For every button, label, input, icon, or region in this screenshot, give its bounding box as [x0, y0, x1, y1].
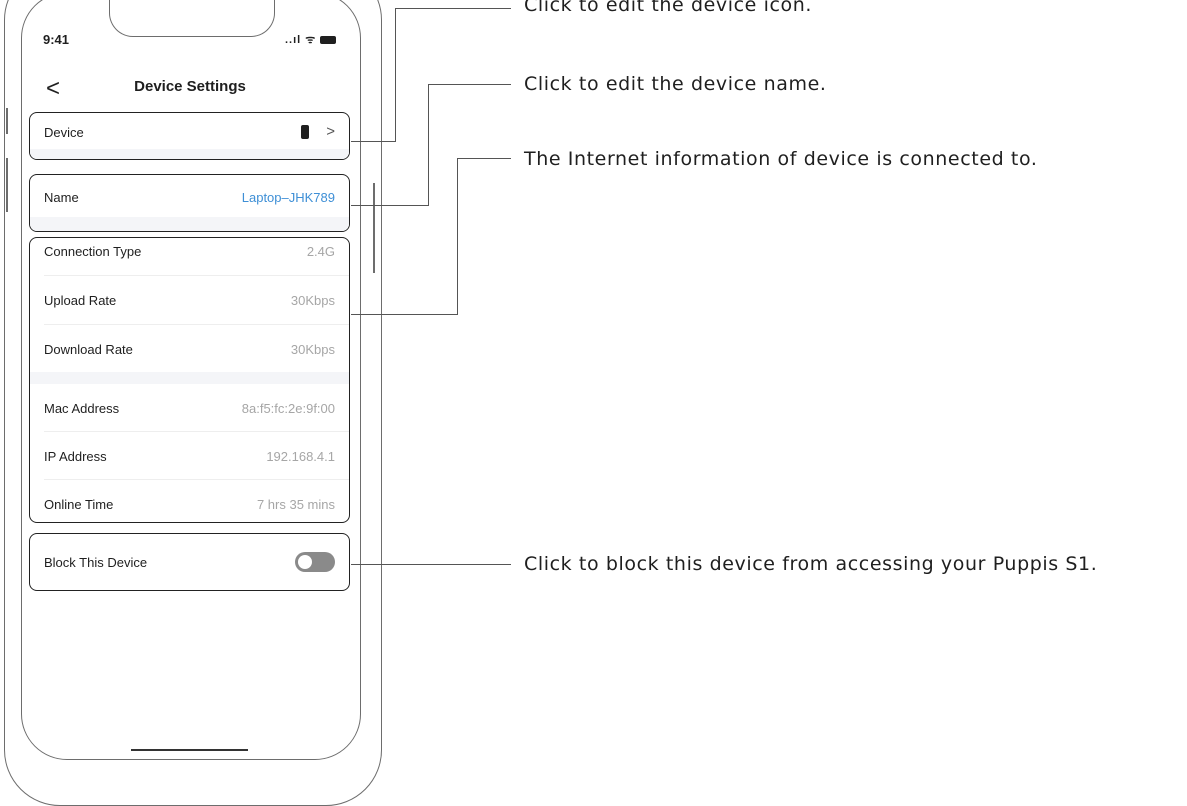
callout-device-icon: Click to edit the device icon. — [524, 0, 813, 16]
battery-icon — [320, 35, 337, 44]
status-icons: ..ıl ᯤ — [285, 32, 337, 47]
connection-type-label: Connection Type — [44, 243, 142, 259]
online-time-label: Online Time — [44, 496, 114, 512]
callout-internet-info: The Internet information of device is co… — [524, 148, 1038, 170]
signal-icon: ..ıl — [285, 33, 302, 46]
side-button — [6, 108, 8, 134]
ip-address-value: 192.168.4.1 — [266, 448, 335, 464]
upload-rate-value: 30Kbps — [290, 292, 335, 308]
phone-device-icon — [300, 125, 309, 140]
name-label: Name — [44, 189, 79, 205]
ip-address-label: IP Address — [44, 448, 107, 464]
device-label: Device — [44, 124, 84, 140]
callout-block-device: Click to block this device from accessin… — [524, 553, 1098, 575]
chevron-right-icon: > — [326, 123, 335, 141]
device-icon-card[interactable]: Device > — [29, 112, 350, 160]
side-button — [6, 158, 8, 212]
upload-rate-label: Upload Rate — [44, 292, 117, 308]
network-info-card: Connection Type 2.4G Upload Rate 30Kbps … — [29, 237, 350, 523]
mac-address-label: Mac Address — [44, 400, 120, 416]
connection-type-value: 2.4G — [306, 243, 335, 259]
device-name-card[interactable]: Name Laptop–JHK789 — [29, 174, 350, 232]
mac-address-value: 8a:f5:fc:2e:9f:00 — [241, 400, 335, 416]
home-indicator — [131, 749, 248, 751]
wifi-icon: ᯤ — [305, 34, 317, 46]
device-name-value[interactable]: Laptop–JHK789 — [242, 190, 335, 205]
block-device-toggle[interactable] — [295, 552, 335, 572]
status-time: 9:41 — [43, 32, 70, 47]
block-device-label: Block This Device — [44, 554, 148, 570]
side-button — [373, 183, 375, 273]
download-rate-value: 30Kbps — [290, 341, 335, 357]
callout-device-name: Click to edit the device name. — [524, 73, 827, 95]
back-icon[interactable]: < — [46, 77, 60, 101]
online-time-value: 7 hrs 35 mins — [256, 496, 335, 512]
phone-notch — [109, 0, 275, 37]
block-device-card: Block This Device — [29, 533, 350, 591]
page-title: Device Settings — [134, 78, 246, 95]
download-rate-label: Download Rate — [44, 341, 133, 357]
